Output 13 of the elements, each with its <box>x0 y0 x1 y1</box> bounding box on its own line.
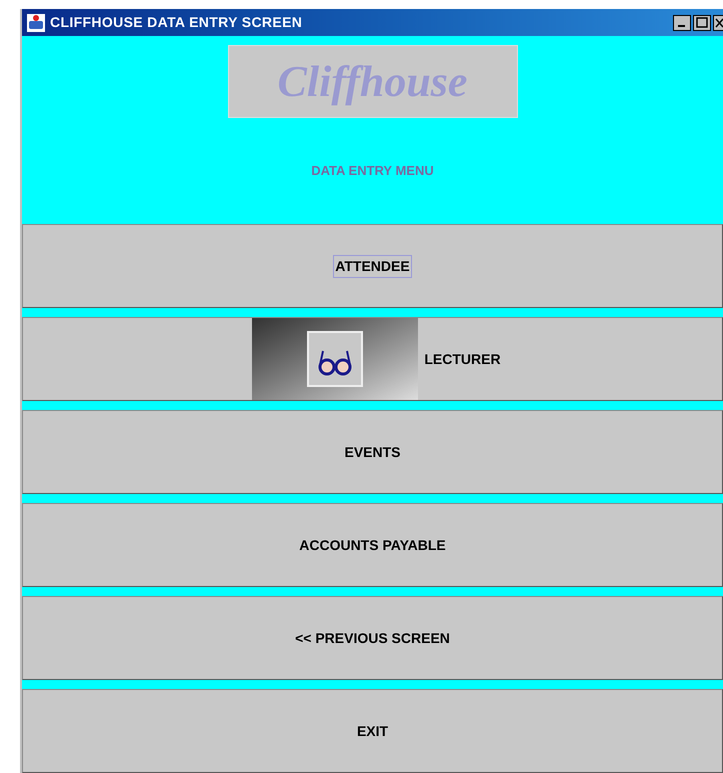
maximize-icon[interactable] <box>693 14 711 30</box>
menu-heading: DATA ENTRY MENU <box>311 162 434 180</box>
menu-button[interactable]: ATTENDEE <box>22 224 723 308</box>
close-icon[interactable] <box>713 14 723 30</box>
window-title: CLIFFHOUSE DATA ENTRY SCREEN <box>50 13 302 32</box>
glasses-icon <box>307 331 364 387</box>
menu-button[interactable]: EVENTS <box>22 410 723 494</box>
app-icon <box>26 12 46 32</box>
menu-button[interactable]: << PREVIOUS SCREEN <box>22 596 723 680</box>
menu-button[interactable]: ACCOUNTS PAYABLE <box>22 503 723 587</box>
minimize-icon[interactable] <box>673 14 691 30</box>
menu-button[interactable]: LECTURER <box>22 317 723 401</box>
menu-button[interactable]: EXIT <box>22 689 723 773</box>
